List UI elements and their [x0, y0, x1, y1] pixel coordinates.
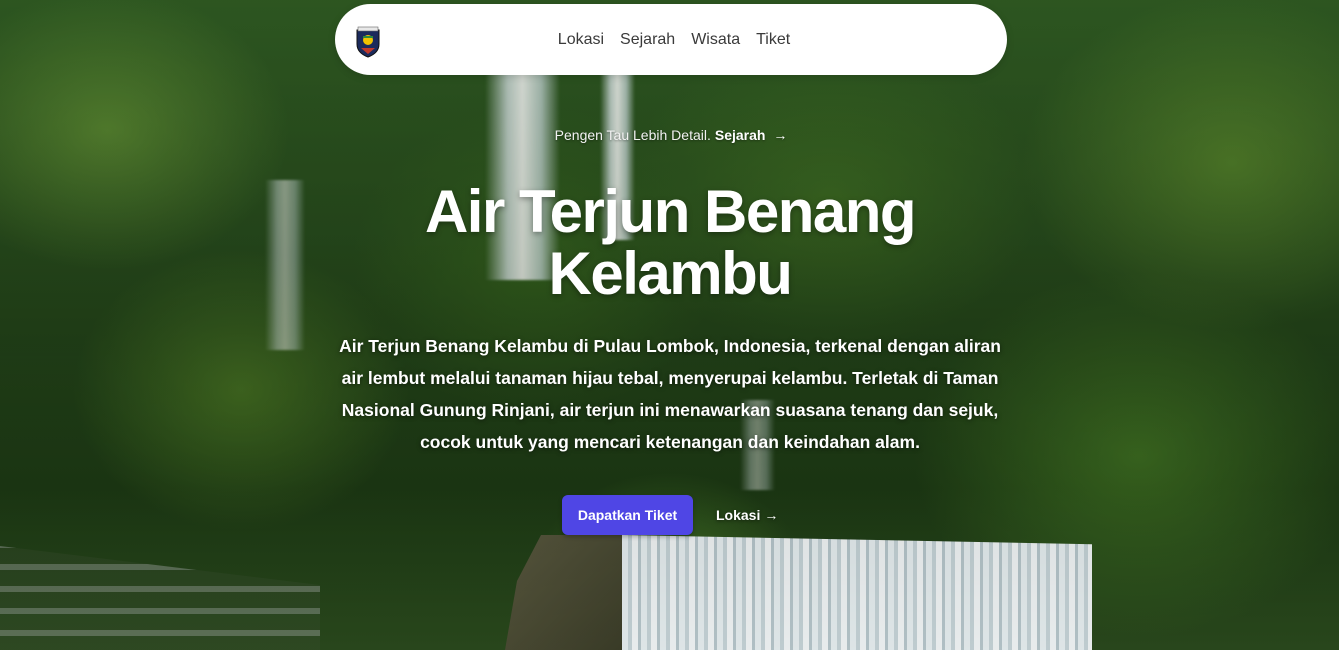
nav-link-tiket[interactable]: Tiket — [756, 31, 790, 49]
nav-link-wisata[interactable]: Wisata — [691, 31, 740, 49]
waterfall-cascade — [622, 535, 1092, 650]
arrow-right-icon: → — [764, 507, 779, 523]
stone-steps — [0, 546, 320, 650]
get-ticket-button[interactable]: Dapatkan Tiket — [562, 495, 693, 535]
page-title: Air Terjun Benang Kelambu — [424, 178, 917, 307]
location-link-label: Lokasi — [716, 507, 761, 523]
location-link[interactable]: Lokasi → — [716, 495, 778, 535]
hero-background-image — [0, 0, 1339, 650]
navbar: Lokasi Sejarah Wisata Tiket — [335, 4, 1007, 75]
waterfall-stream — [265, 180, 305, 350]
hero-description: Air Terjun Benang Kelambu di Pulau Lombo… — [339, 336, 1001, 452]
nav-links: Lokasi Sejarah Wisata Tiket — [335, 4, 1007, 75]
nav-link-lokasi[interactable]: Lokasi — [558, 31, 604, 49]
announcement-link-label: Sejarah — [714, 127, 766, 143]
arrow-right-icon: → — [773, 127, 788, 143]
announcement-text: Pengen Tau Lebih Detail. — [554, 127, 711, 143]
announcement-link-sejarah[interactable]: Sejarah → — [715, 127, 787, 143]
nav-link-sejarah[interactable]: Sejarah — [620, 31, 675, 49]
rock-wall — [505, 535, 625, 650]
announcement-banner: Pengen Tau Lebih Detail. Sejarah → — [550, 122, 792, 148]
